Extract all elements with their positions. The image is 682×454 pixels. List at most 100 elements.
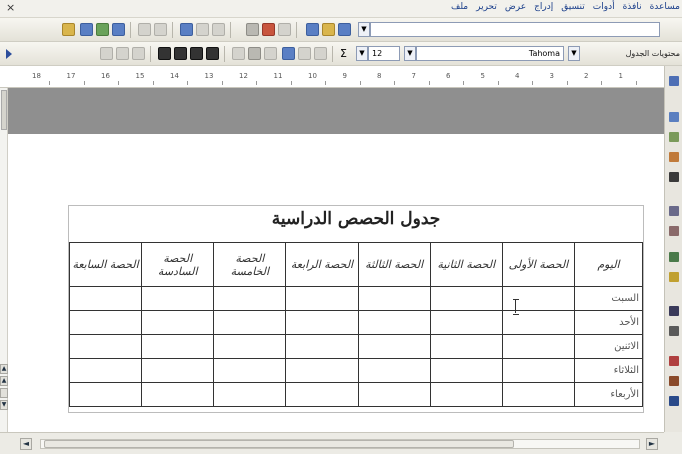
insert-object-icon[interactable] [669, 132, 679, 142]
vertical-scrollbar[interactable]: ▲ ▲ ▼ [0, 88, 8, 432]
period-cell[interactable] [213, 334, 287, 359]
save-icon[interactable] [306, 23, 319, 36]
header-period-5[interactable]: الحصة الخامسة [213, 242, 287, 287]
period-cell[interactable] [357, 286, 431, 311]
schedule-grid[interactable]: اليوم الحصة الأولى الحصة الثانية الحصة ا… [68, 242, 643, 407]
insert-fields-icon[interactable] [669, 112, 679, 122]
print-icon[interactable] [246, 23, 259, 36]
header-period-7[interactable]: الحصة السابعة [68, 242, 143, 287]
form-icon[interactable] [669, 172, 679, 182]
menu-tools[interactable]: أدوات [593, 2, 615, 12]
period-cell[interactable] [501, 334, 576, 359]
period-cell[interactable] [429, 286, 503, 311]
period-cell[interactable] [68, 382, 143, 407]
period-cell[interactable] [213, 286, 287, 311]
open-icon[interactable] [322, 23, 335, 36]
menu-edit[interactable]: تحرير [476, 2, 497, 12]
period-cell[interactable] [68, 310, 143, 335]
period-cell[interactable] [357, 358, 431, 383]
delete-row-icon[interactable] [190, 47, 203, 60]
menu-format[interactable]: تنسيق [561, 2, 584, 12]
header-period-2[interactable]: الحصة الثانية [429, 242, 503, 287]
header-period-4[interactable]: الحصة الرابعة [285, 242, 359, 287]
period-cell[interactable] [285, 310, 359, 335]
merge-cells-icon[interactable] [232, 47, 245, 60]
period-cell[interactable] [68, 358, 143, 383]
period-cell[interactable] [285, 286, 359, 311]
class-schedule-table[interactable]: جدول الحصص الدراسية اليوم الحصة الأولى ا… [68, 205, 644, 413]
scroll-up-button[interactable]: ▲ [0, 364, 8, 374]
period-cell[interactable] [213, 310, 287, 335]
url-field[interactable] [370, 22, 660, 37]
period-cell[interactable] [213, 358, 287, 383]
period-cell[interactable] [357, 310, 431, 335]
period-cell[interactable] [213, 382, 287, 407]
sum-icon[interactable]: Σ [340, 47, 347, 60]
scroll-left-button[interactable]: ◄ [20, 438, 32, 450]
day-cell[interactable]: الأحد [574, 310, 643, 335]
period-cell[interactable] [285, 334, 359, 359]
page-up-button[interactable]: ▲ [0, 376, 8, 386]
graphics-off-icon[interactable] [669, 376, 679, 386]
menu-help[interactable]: مساعدة [650, 2, 680, 12]
draw-icon[interactable] [669, 152, 679, 162]
navigator-icon[interactable] [80, 23, 93, 36]
add-icon[interactable] [112, 23, 125, 36]
vertical-scroll-thumb[interactable] [1, 90, 7, 130]
insert-icon[interactable] [669, 76, 679, 86]
period-cell[interactable] [141, 286, 215, 311]
optimize-icon[interactable] [264, 47, 277, 60]
align-right-icon[interactable] [100, 47, 113, 60]
vertical-align-bottom-icon[interactable] [314, 47, 327, 60]
undo-icon[interactable] [154, 23, 167, 36]
insert-row-icon[interactable] [158, 47, 171, 60]
paste-icon[interactable] [180, 23, 193, 36]
header-period-6[interactable]: الحصة السادسة [141, 242, 215, 287]
url-dropdown[interactable]: ▼ [358, 22, 370, 37]
period-cell[interactable] [501, 358, 576, 383]
font-name-field[interactable]: Tahoma [416, 46, 564, 61]
period-cell[interactable] [429, 382, 503, 407]
page-down-button[interactable]: ▼ [0, 400, 8, 410]
period-cell[interactable] [68, 334, 143, 359]
vertical-align-top-icon[interactable] [282, 47, 295, 60]
header-period-1[interactable]: الحصة الأولى [501, 242, 576, 287]
paragraph-style-dropdown[interactable]: ▼ [568, 46, 580, 61]
align-left-icon[interactable] [132, 47, 145, 60]
period-cell[interactable] [285, 382, 359, 407]
formatting-marks-icon[interactable] [669, 356, 679, 366]
text-cursor-icon[interactable] [669, 226, 679, 236]
edit-file-icon[interactable] [278, 23, 291, 36]
data-sources-icon[interactable] [669, 326, 679, 336]
gallery-icon[interactable] [62, 23, 75, 36]
day-cell[interactable]: الأربعاء [574, 382, 643, 407]
stylist-icon[interactable] [96, 23, 109, 36]
period-cell[interactable] [429, 358, 503, 383]
scroll-right-button[interactable]: ► [646, 438, 658, 450]
split-cells-icon[interactable] [248, 47, 261, 60]
pdf-icon[interactable] [262, 23, 275, 36]
period-cell[interactable] [429, 310, 503, 335]
auto-spellcheck-icon[interactable] [669, 272, 679, 282]
period-cell[interactable] [68, 286, 143, 311]
cut-icon[interactable] [212, 23, 225, 36]
period-cell[interactable] [141, 310, 215, 335]
header-period-3[interactable]: الحصة الثالثة [357, 242, 431, 287]
toolbar-expand-icon[interactable] [6, 49, 12, 59]
period-cell[interactable] [501, 382, 576, 407]
insert-column-icon[interactable] [174, 47, 187, 60]
day-cell[interactable]: السبت [574, 286, 643, 311]
font-size-field[interactable]: 12 [368, 46, 400, 61]
delete-column-icon[interactable] [206, 47, 219, 60]
close-icon[interactable]: × [6, 1, 15, 14]
period-cell[interactable] [141, 358, 215, 383]
period-cell[interactable] [357, 334, 431, 359]
table-title[interactable]: جدول الحصص الدراسية [69, 209, 643, 239]
font-size-dropdown[interactable]: ▼ [356, 46, 368, 61]
day-cell[interactable]: الثلاثاء [574, 358, 643, 383]
header-day[interactable]: اليوم [574, 242, 643, 287]
menu-view[interactable]: عرض [505, 2, 526, 12]
period-cell[interactable] [141, 382, 215, 407]
find-icon[interactable] [669, 306, 679, 316]
font-name-dropdown[interactable]: ▼ [404, 46, 416, 61]
